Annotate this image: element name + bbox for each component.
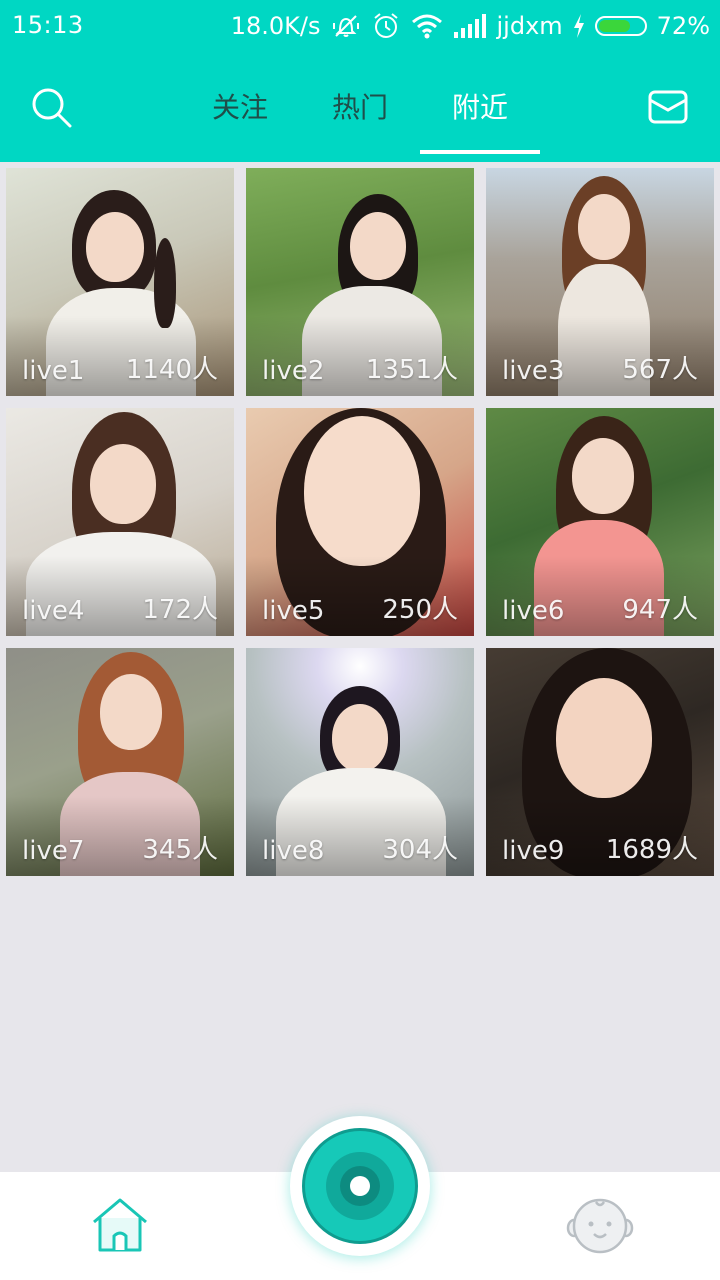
top-nav: 关注 热门 附近	[0, 52, 720, 162]
live-card[interactable]: live8 304人	[246, 648, 474, 876]
live-name: live9	[502, 836, 565, 866]
live-name: live3	[502, 356, 565, 386]
app-screen: 15:13 18.0K/s jjdxm 72% 关注 热门 附近 live1 1…	[0, 0, 720, 1280]
live-card[interactable]: live1 1140人	[6, 168, 234, 396]
live-name: live8	[262, 836, 325, 866]
live-name: live1	[22, 356, 85, 386]
live-card[interactable]: live6 947人	[486, 408, 714, 636]
viewer-count: 250人	[382, 595, 458, 625]
battery-fill	[598, 20, 631, 32]
tab-hot[interactable]: 热门	[300, 52, 420, 162]
signal-icon	[453, 14, 487, 38]
live-grid: live1 1140人 live2 1351人 live3 567人 live4…	[6, 168, 714, 876]
battery-percent: 72%	[656, 12, 710, 40]
tab-nearby[interactable]: 附近	[420, 52, 540, 162]
tab-follow[interactable]: 关注	[180, 52, 300, 162]
viewer-count: 947人	[622, 595, 698, 625]
wifi-icon	[411, 13, 443, 39]
viewer-count: 1689人	[605, 835, 698, 865]
viewer-count: 567人	[622, 355, 698, 385]
viewer-count: 1140人	[125, 355, 218, 385]
alarm-icon	[371, 11, 401, 41]
live-name: live6	[502, 596, 565, 626]
live-name: live5	[262, 596, 325, 626]
mail-icon[interactable]	[648, 90, 688, 124]
home-icon[interactable]	[88, 1196, 152, 1254]
status-bar: 15:13 18.0K/s jjdxm 72%	[0, 0, 720, 52]
carrier-name: jjdxm	[496, 12, 563, 40]
charging-icon	[573, 14, 585, 38]
live-card[interactable]: live4 172人	[6, 408, 234, 636]
top-tabs: 关注 热门 附近	[180, 52, 540, 162]
status-time: 15:13	[12, 11, 84, 39]
live-name: live2	[262, 356, 325, 386]
battery-icon	[594, 16, 647, 36]
live-card[interactable]: live5 250人	[246, 408, 474, 636]
live-name: live4	[22, 596, 85, 626]
profile-icon[interactable]	[566, 1196, 634, 1256]
network-speed: 18.0K/s	[230, 12, 321, 40]
live-card[interactable]: live2 1351人	[246, 168, 474, 396]
viewer-count: 1351人	[365, 355, 458, 385]
search-icon[interactable]	[30, 86, 74, 130]
viewer-count: 304人	[382, 835, 458, 865]
live-card[interactable]: live7 345人	[6, 648, 234, 876]
viewer-count: 172人	[142, 595, 218, 625]
viewer-count: 345人	[142, 835, 218, 865]
live-button-dot	[350, 1176, 370, 1196]
live-card[interactable]: live9 1689人	[486, 648, 714, 876]
live-name: live7	[22, 836, 85, 866]
live-card[interactable]: live3 567人	[486, 168, 714, 396]
mute-vibrate-icon	[331, 11, 361, 41]
start-live-button[interactable]	[290, 1116, 430, 1256]
status-right-group: 18.0K/s jjdxm 72%	[231, 9, 710, 43]
